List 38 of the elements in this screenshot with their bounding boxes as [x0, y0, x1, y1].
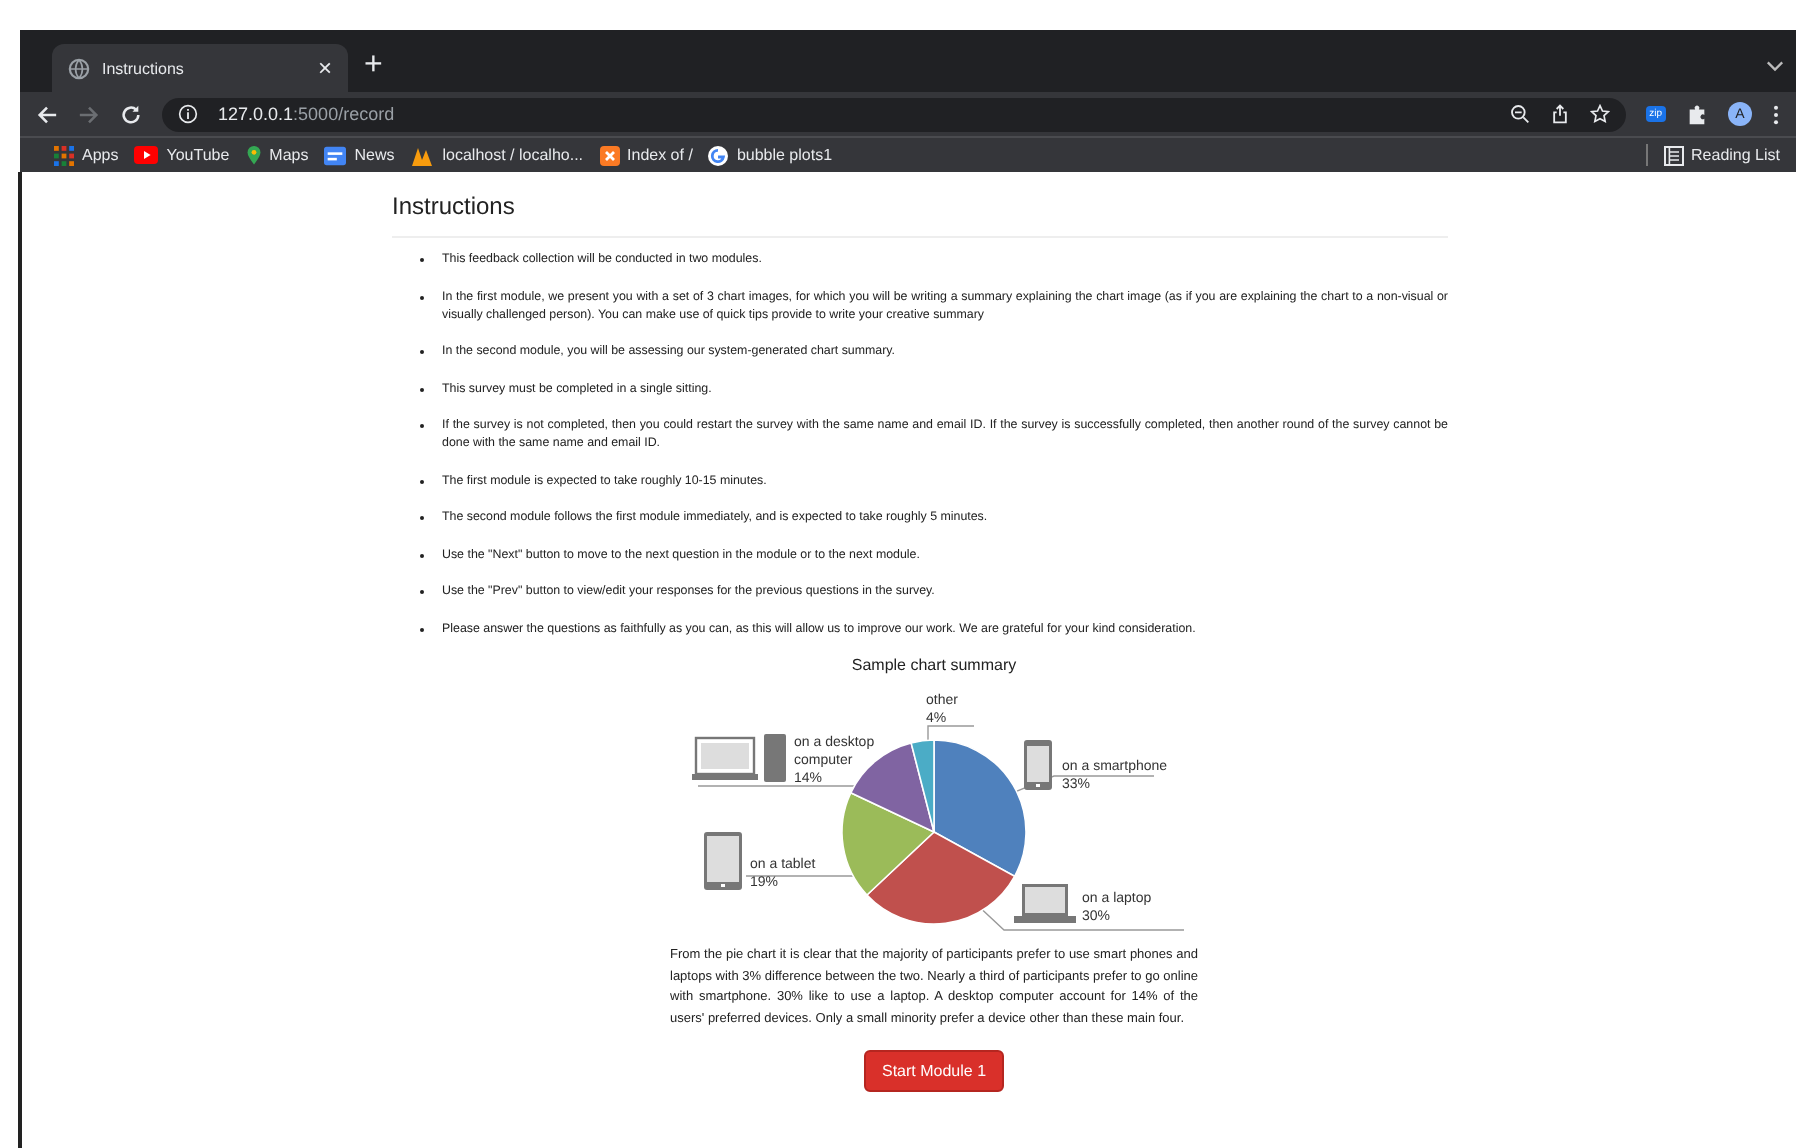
smartphone-icon	[1024, 740, 1052, 790]
puzzle-icon[interactable]	[1686, 103, 1708, 125]
desktop-computer-icon	[692, 734, 786, 782]
reading-list-button[interactable]: Reading List	[1663, 145, 1780, 165]
browser-tab[interactable]: Instructions ×	[52, 44, 348, 92]
x-square-icon	[599, 145, 620, 165]
chevron-down-icon[interactable]	[1766, 60, 1784, 72]
back-icon[interactable]	[36, 103, 58, 125]
leader-line	[927, 725, 975, 743]
apps-grid-icon	[54, 145, 74, 165]
laptop-icon	[1014, 884, 1076, 923]
bookmark[interactable]: Index of /	[599, 145, 693, 165]
new-tab-button[interactable]: +	[364, 44, 383, 92]
chart-title: Sample chart summary	[851, 656, 1017, 674]
bookmark[interactable]: localhost / localho...	[410, 145, 584, 165]
reload-icon[interactable]	[120, 103, 142, 125]
menu-icon[interactable]	[1772, 103, 1780, 125]
star-icon[interactable]	[1589, 104, 1610, 124]
newspaper-icon	[324, 145, 347, 165]
page-heading: Instructions	[392, 192, 517, 220]
map-pin-icon	[245, 144, 262, 166]
bookmark[interactable]: News	[324, 145, 395, 165]
tablet-icon	[704, 832, 742, 890]
bookmark[interactable]: YouTube	[134, 146, 230, 164]
letter-g-icon	[708, 145, 729, 165]
play-icon	[134, 146, 159, 164]
bookmark[interactable]: bubble plots1	[708, 145, 833, 165]
address-bar[interactable]: 127.0.0.1:5000/record	[162, 97, 1626, 131]
zoom-out-icon[interactable]	[1509, 104, 1530, 124]
share-icon[interactable]	[1549, 104, 1570, 124]
bookmark[interactable]: Apps	[54, 145, 119, 165]
globe-icon	[68, 57, 90, 79]
info-icon	[178, 104, 198, 124]
close-tab-button[interactable]: ×	[317, 54, 332, 82]
reading-list-icon	[1663, 145, 1684, 165]
start-module-button[interactable]: Start Module 1	[863, 1050, 1005, 1092]
bookmark[interactable]: Maps	[245, 144, 309, 166]
peaks-icon	[410, 145, 435, 165]
